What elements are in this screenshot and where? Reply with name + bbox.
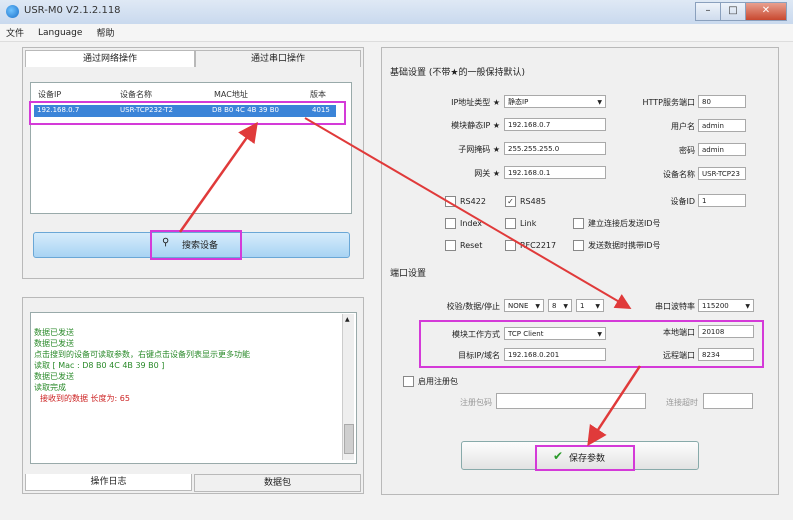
annotation-arrows bbox=[178, 117, 642, 447]
arrow-mode-to-save bbox=[587, 365, 642, 447]
arrow-list-to-mode bbox=[304, 117, 632, 310]
arrow-search-to-list bbox=[178, 121, 258, 233]
